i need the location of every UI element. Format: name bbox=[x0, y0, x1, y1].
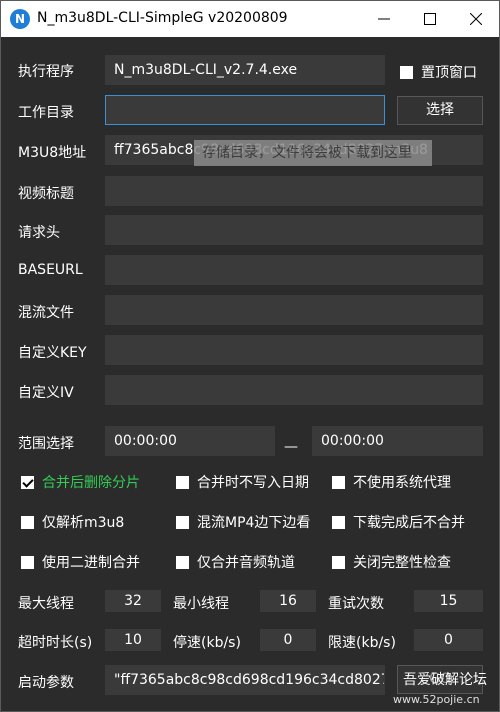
launch-args-label: 启动参数 bbox=[18, 675, 74, 691]
workdir-label: 工作目录 bbox=[18, 105, 74, 121]
title-bar: N N_m3u8DL-CLI-SimpleG v20200809 bbox=[1, 1, 499, 37]
close-button[interactable] bbox=[453, 1, 499, 37]
baseurl-label: BASEURL bbox=[18, 262, 83, 278]
option-no-merge-box[interactable] bbox=[332, 515, 345, 529]
close-icon bbox=[470, 13, 482, 25]
option-label: 仅合并音频轨道 bbox=[197, 555, 295, 571]
option-parse-only[interactable]: 仅解析m3u8 bbox=[21, 512, 124, 532]
option-audio-only-box[interactable] bbox=[176, 555, 189, 569]
option-no-date[interactable]: 合并时不写入日期 bbox=[176, 472, 309, 492]
workdir-tooltip: 存储目录，文件将会被下载到这里 bbox=[194, 140, 432, 166]
min-threads-label: 最小线程 bbox=[173, 596, 229, 612]
option-audio-only[interactable]: 仅合并音频轨道 bbox=[176, 552, 295, 572]
limit-speed-field[interactable]: 0 bbox=[414, 629, 483, 651]
watermark-title: 吾爱破解论坛 bbox=[403, 672, 487, 688]
maximize-button[interactable] bbox=[407, 1, 453, 37]
option-label: 使用二进制合并 bbox=[42, 555, 140, 571]
workdir-field[interactable] bbox=[105, 95, 385, 125]
launch-args-field[interactable]: "ff7365abc8c98cd698cd196c34cd8027 bbox=[105, 665, 385, 695]
watermark-url: www.52pojie.cn bbox=[393, 693, 480, 706]
option-label: 下载完成后不合并 bbox=[353, 515, 465, 531]
baseurl-field[interactable] bbox=[105, 255, 483, 285]
maximize-icon bbox=[424, 13, 436, 25]
option-label: 合并后删除分片 bbox=[42, 475, 140, 491]
range-start-field[interactable]: 00:00:00 bbox=[105, 426, 275, 456]
title-label: 视频标题 bbox=[18, 186, 74, 202]
stop-speed-label: 停速(kb/s) bbox=[173, 635, 241, 651]
option-binary-merge[interactable]: 使用二进制合并 bbox=[21, 552, 140, 572]
option-delete-after-merge-box[interactable] bbox=[21, 475, 34, 489]
timeout-field[interactable]: 10 bbox=[105, 629, 161, 651]
range-separator: — bbox=[284, 439, 298, 455]
option-label: 仅解析m3u8 bbox=[42, 515, 125, 531]
topmost-checkbox[interactable]: 置顶窗口 bbox=[400, 62, 477, 82]
choose-dir-button[interactable]: 选择 bbox=[397, 96, 483, 125]
video-title-field[interactable] bbox=[105, 176, 483, 206]
range-end-field[interactable]: 00:00:00 bbox=[312, 426, 483, 456]
exe-label: 执行程序 bbox=[18, 64, 74, 80]
mux-label: 混流文件 bbox=[18, 305, 74, 321]
limit-speed-label: 限速(kb/s) bbox=[328, 635, 396, 651]
option-no-integrity-check-box[interactable] bbox=[332, 555, 345, 569]
iv-label: 自定义IV bbox=[18, 385, 74, 401]
topmost-checkbox-box[interactable] bbox=[400, 65, 413, 79]
option-label: 不使用系统代理 bbox=[353, 475, 451, 491]
option-mux-mp4-live[interactable]: 混流MP4边下边看 bbox=[176, 512, 310, 532]
option-no-date-box[interactable] bbox=[176, 475, 189, 489]
request-header-field[interactable] bbox=[105, 215, 483, 245]
option-binary-merge-box[interactable] bbox=[21, 555, 34, 569]
min-threads-field[interactable]: 16 bbox=[260, 590, 316, 612]
m3u8-label: M3U8地址 bbox=[18, 145, 87, 161]
minimize-button[interactable] bbox=[361, 1, 407, 37]
range-label: 范围选择 bbox=[18, 436, 74, 452]
custom-iv-field[interactable] bbox=[105, 375, 483, 405]
header-label: 请求头 bbox=[18, 225, 60, 241]
option-label: 混流MP4边下边看 bbox=[197, 515, 311, 531]
option-no-proxy[interactable]: 不使用系统代理 bbox=[332, 472, 451, 492]
max-threads-field[interactable]: 32 bbox=[105, 590, 161, 612]
timeout-label: 超时时长(s) bbox=[18, 635, 93, 651]
option-no-integrity-check[interactable]: 关闭完整性检查 bbox=[332, 552, 451, 572]
retry-field[interactable]: 15 bbox=[414, 590, 483, 612]
exe-field[interactable]: N_m3u8DL-CLI_v2.7.4.exe bbox=[105, 55, 385, 85]
mux-file-field[interactable] bbox=[105, 295, 483, 325]
app-window: N N_m3u8DL-CLI-SimpleG v20200809 执行程序 N_… bbox=[0, 0, 500, 712]
option-no-proxy-box[interactable] bbox=[332, 475, 345, 489]
option-parse-only-box[interactable] bbox=[21, 515, 34, 529]
retry-label: 重试次数 bbox=[328, 596, 384, 612]
option-mux-mp4-live-box[interactable] bbox=[176, 515, 189, 529]
stop-speed-field[interactable]: 0 bbox=[260, 629, 316, 651]
option-no-merge[interactable]: 下载完成后不合并 bbox=[332, 512, 465, 532]
option-label: 关闭完整性检查 bbox=[353, 555, 451, 571]
app-logo-icon: N bbox=[10, 9, 30, 29]
max-threads-label: 最大线程 bbox=[18, 596, 74, 612]
topmost-label: 置顶窗口 bbox=[421, 65, 477, 81]
key-label: 自定义KEY bbox=[18, 345, 87, 361]
custom-key-field[interactable] bbox=[105, 335, 483, 365]
option-label: 合并时不写入日期 bbox=[197, 475, 309, 491]
minimize-icon bbox=[378, 18, 390, 20]
option-delete-after-merge[interactable]: 合并后删除分片 bbox=[21, 472, 140, 492]
window-title: N_m3u8DL-CLI-SimpleG v20200809 bbox=[37, 10, 288, 26]
